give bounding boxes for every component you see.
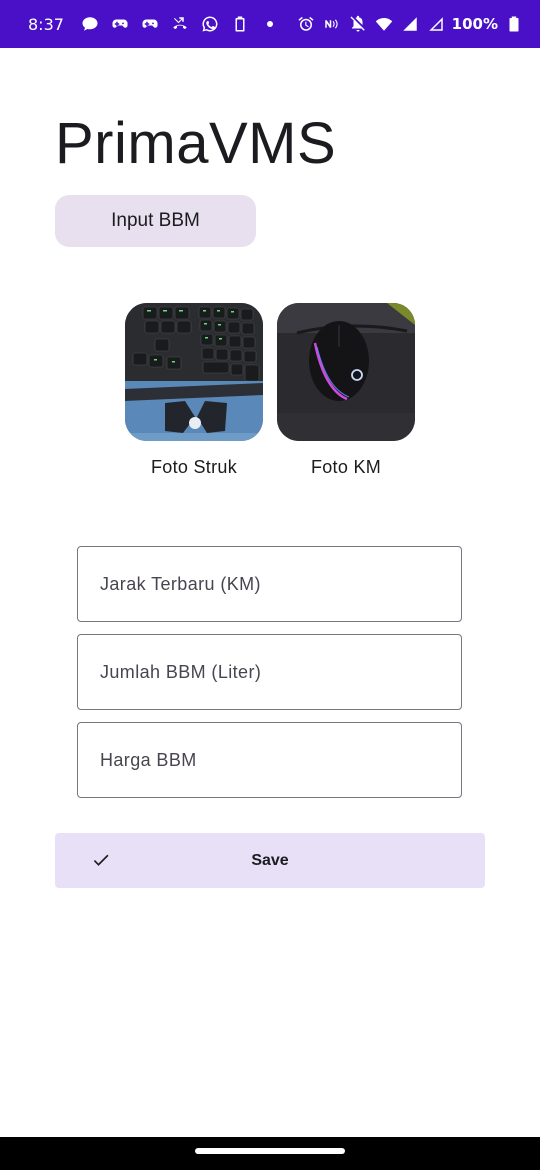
foto-km-image[interactable] [277,303,415,441]
keyboard-photo [125,303,263,441]
alarm-icon [296,14,316,34]
battery-icon [504,14,524,34]
nfc-icon [322,14,342,34]
foto-struk-label: Foto Struk [150,457,238,477]
battery-saver-icon [230,14,250,34]
jarak-input[interactable] [78,547,461,621]
harga-field[interactable] [77,722,462,798]
signal-icon [426,14,446,34]
input-bbm-button[interactable]: Input BBM [55,195,256,247]
whatsapp-icon [200,14,220,34]
save-button[interactable]: Save [55,833,485,888]
wifi-icon [374,14,394,34]
home-handle[interactable] [195,1148,345,1154]
harga-input[interactable] [78,723,461,797]
gamepad-icon [110,14,130,34]
jarak-field[interactable] [77,546,462,622]
jumlah-input[interactable] [78,635,461,709]
save-label: Save [251,851,289,869]
foto-struk-image[interactable] [125,303,263,441]
dot-icon [260,14,280,34]
chat-bubble-icon [80,14,100,34]
status-left: 8:37 [28,14,280,34]
status-time: 8:37 [28,14,64,34]
status-right: 100% [296,14,524,34]
battery-percent: 100% [451,15,498,33]
signal-icon [400,14,420,34]
mouse-photo [277,303,415,441]
page-title: PrimaVMS [55,111,337,176]
navigation-bar [0,1137,540,1170]
status-bar: 8:37 100% [0,0,540,48]
missed-call-icon [170,14,190,34]
foto-km-label: Foto KM [310,457,382,477]
jumlah-field[interactable] [77,634,462,710]
mute-icon [348,14,368,34]
gamepad-icon [140,14,160,34]
